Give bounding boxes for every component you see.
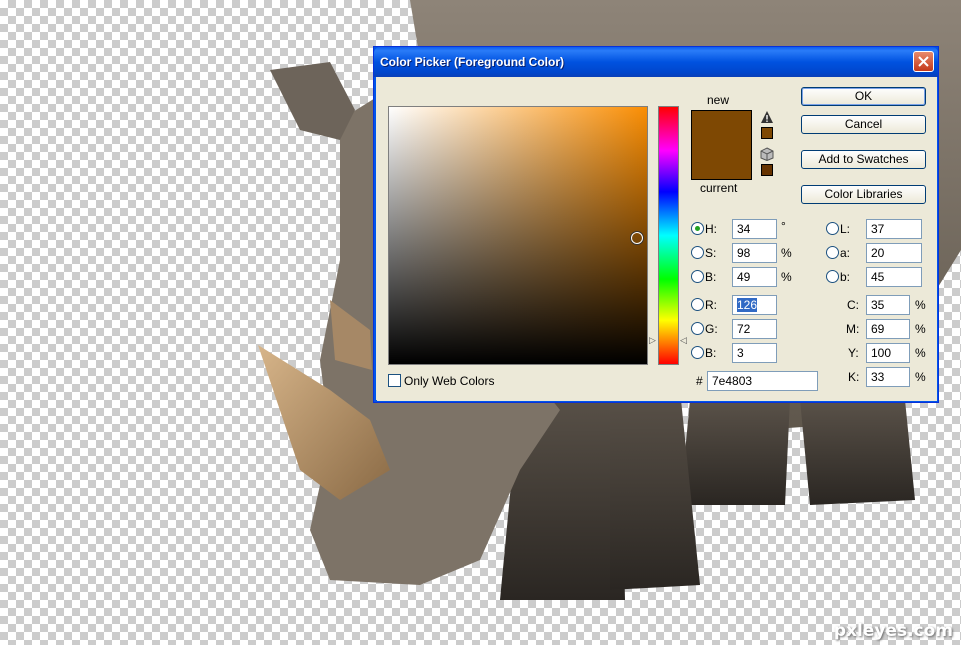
label-green: G: xyxy=(705,322,718,336)
label-yellow: Y: xyxy=(848,346,859,360)
radio-lightness[interactable] xyxy=(826,222,839,235)
hue-field[interactable]: 34 xyxy=(732,219,777,239)
radio-blue[interactable] xyxy=(691,346,704,359)
label-cyan: C: xyxy=(847,298,859,312)
label-hue: H: xyxy=(705,222,717,236)
yellow-unit: % xyxy=(915,346,926,360)
rhino-ear xyxy=(270,62,355,140)
hue-slider-handle-right[interactable]: ◁ xyxy=(680,335,687,346)
black-field[interactable]: 33 xyxy=(866,367,910,387)
hex-field[interactable]: 7e4803 xyxy=(707,371,818,391)
b-field[interactable]: 45 xyxy=(866,267,922,287)
color-field[interactable] xyxy=(388,106,648,365)
radio-red[interactable] xyxy=(691,298,704,311)
hue-slider-handle-left[interactable]: ▷ xyxy=(649,335,656,346)
label-a: a: xyxy=(840,246,851,260)
add-to-swatches-button[interactable]: Add to Swatches xyxy=(801,150,926,169)
label-blue: B: xyxy=(705,346,717,360)
black-unit: % xyxy=(915,370,926,384)
gamut-warning-swatch[interactable] xyxy=(761,127,773,139)
color-preview xyxy=(691,110,752,180)
yellow-field[interactable]: 100 xyxy=(866,343,910,363)
red-field[interactable]: 126 xyxy=(732,295,777,315)
web-safe-cube-icon[interactable] xyxy=(760,147,774,161)
label-b: b: xyxy=(840,270,851,284)
radio-b[interactable] xyxy=(826,270,839,283)
label-saturation: S: xyxy=(705,246,717,260)
saturation-unit: % xyxy=(781,246,792,260)
only-web-colors-checkbox[interactable] xyxy=(388,374,401,387)
new-color-swatch xyxy=(692,111,751,146)
ok-button[interactable]: OK xyxy=(801,87,926,106)
dialog-title: Color Picker (Foreground Color) xyxy=(380,55,565,69)
dialog-body: ▷ ◁ new current OK Cancel Add to Swatche… xyxy=(377,77,937,401)
brightness-field[interactable]: 49 xyxy=(732,267,777,287)
current-color-swatch[interactable] xyxy=(692,146,751,179)
close-button[interactable] xyxy=(913,51,934,72)
gamut-warning-icon[interactable] xyxy=(760,110,774,124)
color-libraries-button[interactable]: Color Libraries xyxy=(801,185,926,204)
rhino-back-leg-2 xyxy=(800,400,915,505)
only-web-colors-label[interactable]: Only Web Colors xyxy=(404,374,494,388)
web-safe-swatch[interactable] xyxy=(761,164,773,176)
label-magenta: M: xyxy=(846,322,860,336)
hue-slider[interactable] xyxy=(658,106,679,365)
radio-saturation[interactable] xyxy=(691,246,704,259)
label-black: K: xyxy=(848,370,860,384)
dialog-titlebar[interactable]: Color Picker (Foreground Color) xyxy=(374,47,938,77)
rhino-back-leg-1 xyxy=(680,400,790,505)
magenta-unit: % xyxy=(915,322,926,336)
magenta-field[interactable]: 69 xyxy=(866,319,910,339)
red-field-value: 126 xyxy=(737,298,758,312)
label-lightness: L: xyxy=(840,222,851,236)
a-field[interactable]: 20 xyxy=(866,243,922,263)
green-field[interactable]: 72 xyxy=(732,319,777,339)
color-field-marker[interactable] xyxy=(631,232,643,244)
cancel-button[interactable]: Cancel xyxy=(801,115,926,134)
radio-a[interactable] xyxy=(826,246,839,259)
watermark: pxleyes.com xyxy=(833,621,953,641)
hex-label: # xyxy=(696,374,703,388)
brightness-unit: % xyxy=(781,270,792,284)
radio-brightness[interactable] xyxy=(691,270,704,283)
close-icon xyxy=(918,56,929,67)
lightness-field[interactable]: 37 xyxy=(866,219,922,239)
cyan-field[interactable]: 35 xyxy=(866,295,910,315)
cyan-unit: % xyxy=(915,298,926,312)
rhino-front-leg-2 xyxy=(610,390,700,590)
new-color-label: new xyxy=(707,93,730,107)
label-brightness: B: xyxy=(705,270,717,284)
hue-unit: ° xyxy=(781,219,786,233)
color-picker-dialog: Color Picker (Foreground Color) ▷ ◁ new … xyxy=(373,46,939,403)
blue-field[interactable]: 3 xyxy=(732,343,777,363)
radio-hue[interactable] xyxy=(691,222,704,235)
current-color-label: current xyxy=(700,181,738,195)
saturation-field[interactable]: 98 xyxy=(732,243,777,263)
label-red: R: xyxy=(705,298,717,312)
radio-green[interactable] xyxy=(691,322,704,335)
